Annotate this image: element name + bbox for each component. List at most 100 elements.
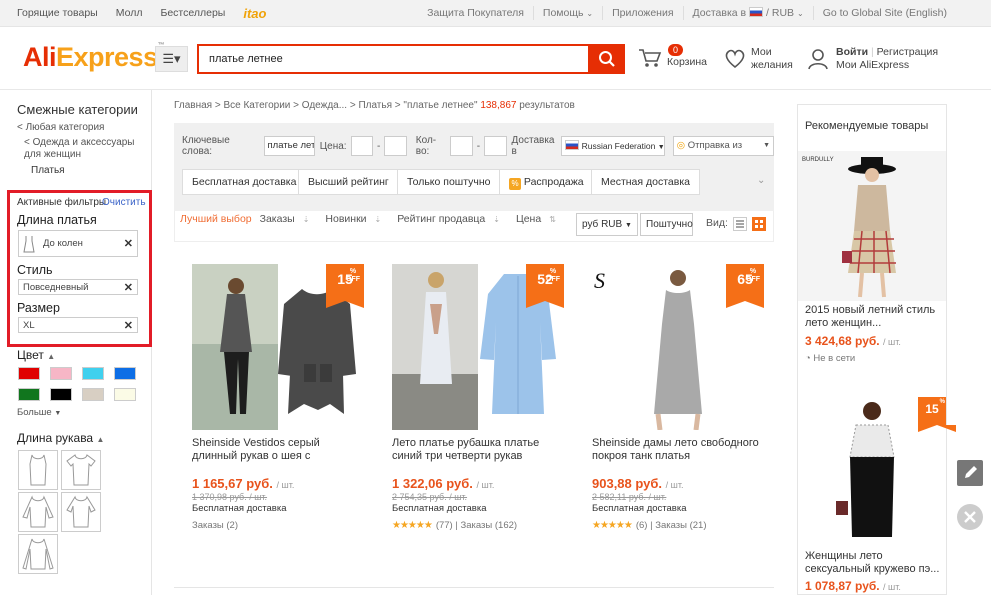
left-sidebar: Смежные категории < Любая категория < Од…: [0, 90, 152, 595]
sort-best-match[interactable]: Лучший выбор: [180, 213, 252, 225]
half-sleeve-icon: [66, 495, 96, 528]
ship-from-select[interactable]: ◎ Отправка из ▼: [672, 136, 774, 156]
color-swatch[interactable]: [114, 367, 136, 380]
close-button[interactable]: [957, 504, 983, 530]
free-shipping-filter[interactable]: Бесплатная доставка: [182, 169, 307, 195]
hamburger-icon: ☰▾: [162, 51, 181, 66]
remove-filter-icon[interactable]: ✕: [124, 237, 133, 250]
clear-filters-link[interactable]: Очистить: [102, 197, 146, 208]
account-menu[interactable]: Войти | Регистрация Мои AliExpress: [807, 46, 938, 72]
my-aliexpress-link[interactable]: Мои AliExpress: [836, 59, 938, 72]
top-rated-filter[interactable]: Высший рейтинг: [298, 169, 399, 195]
grid-view-button[interactable]: [752, 217, 766, 231]
product-title[interactable]: Лето платье рубашка платье синий три чет…: [392, 437, 564, 463]
itao-logo[interactable]: itao: [243, 6, 266, 21]
recommended-item-image[interactable]: BURDULLY: [798, 151, 946, 301]
keywords-input[interactable]: платье лет: [263, 136, 315, 156]
bestsellers-link[interactable]: Бестселлеры: [160, 7, 225, 19]
sort-newest[interactable]: Новинки ⇣: [325, 213, 389, 225]
color-swatch[interactable]: [82, 367, 104, 380]
apps-link[interactable]: Приложения: [602, 6, 682, 20]
price-max-input[interactable]: [384, 136, 407, 156]
product-price: 1 322,06 руб. / шт.: [392, 476, 495, 491]
dress-icon: [23, 235, 35, 252]
mall-link[interactable]: Молл: [116, 7, 143, 19]
recommended-item-title[interactable]: 2015 новый летний стиль лето женщин...: [805, 304, 945, 330]
keywords-label: Ключевые слова:: [182, 135, 230, 157]
dress-length-title: Длина платья: [17, 213, 97, 227]
list-icon: [736, 220, 744, 228]
dress-length-filter: До колен ✕: [18, 230, 138, 257]
orders-count[interactable]: Заказы (2): [192, 520, 238, 531]
search-button[interactable]: [588, 44, 625, 74]
currency-select[interactable]: руб RUB ▼: [576, 213, 638, 236]
product-title[interactable]: Sheinside Vestidos серый длинный рукав о…: [192, 437, 364, 463]
help-menu[interactable]: Помощь ⌄: [532, 6, 602, 20]
shipping-info: Бесплатная доставка: [192, 503, 287, 514]
sort-orders[interactable]: Заказы ⇣: [260, 213, 318, 225]
per-piece-toggle[interactable]: Поштучно: [640, 213, 693, 236]
product-photo: BURDULLY: [798, 151, 946, 301]
expand-filters-icon[interactable]: ⌄: [757, 175, 765, 186]
search-input[interactable]: [197, 44, 588, 74]
color-swatch[interactable]: [18, 367, 40, 380]
global-site-link[interactable]: Go to Global Site (English): [812, 6, 991, 20]
color-swatch[interactable]: [18, 388, 40, 401]
sort-price[interactable]: Цена ⇅: [516, 213, 564, 225]
short-sleeve-option[interactable]: [61, 450, 101, 490]
rating-stars-icon: ★★★★★: [392, 520, 433, 531]
women-clothing-link[interactable]: < Одежда и аксессуары для женщин: [24, 137, 135, 161]
wishlist-link[interactable]: Мои желания: [724, 46, 793, 72]
ship-to-menu[interactable]: Доставка в / RUB ⌄: [682, 6, 813, 20]
long-sleeve-option[interactable]: [18, 534, 58, 574]
login-link[interactable]: Войти: [836, 46, 868, 58]
list-view-button[interactable]: [733, 217, 747, 231]
half-sleeve-option[interactable]: [61, 492, 101, 532]
sale-filter[interactable]: % Распродажа: [499, 169, 594, 195]
color-swatch[interactable]: [50, 388, 72, 401]
recommended-item-image[interactable]: 15%: [798, 397, 956, 547]
three-quarter-sleeve-option[interactable]: [18, 492, 58, 532]
user-icon: [808, 49, 828, 70]
ship-to-label: Доставка в: [511, 135, 555, 157]
feedback-button[interactable]: [957, 460, 983, 486]
category-menu-button[interactable]: ☰▾: [155, 46, 188, 72]
local-shipping-filter[interactable]: Местная доставка: [591, 169, 700, 195]
ship-to-select[interactable]: Russian Federation ▼: [560, 136, 665, 156]
qty-min-input[interactable]: [450, 136, 473, 156]
per-piece-filter[interactable]: Только поштучно: [397, 169, 501, 195]
color-swatch[interactable]: [82, 388, 104, 401]
product-image[interactable]: 52% OFF: [392, 264, 564, 430]
aliexpress-logo[interactable]: AliExpress™: [23, 42, 165, 73]
discount-badge: 15%: [918, 397, 956, 432]
cart-link[interactable]: 0 Корзина: [638, 44, 707, 69]
buyer-protection-link[interactable]: Защита Покупателя: [418, 6, 533, 20]
product-image[interactable]: S 65% OFF: [592, 264, 764, 430]
header: AliExpress™ ☰▾ 0 Корзина Моижелания Войт…: [0, 28, 991, 90]
sort-seller-rating[interactable]: Рейтинг продавца ⇣: [397, 213, 508, 225]
more-colors-link[interactable]: Больше ▼: [17, 407, 61, 420]
qty-max-input[interactable]: [484, 136, 507, 156]
price-min-input[interactable]: [350, 136, 374, 156]
sleeve-length-title: Длина рукава ▲: [17, 431, 105, 445]
sale-tag-icon: %: [509, 178, 521, 190]
hot-deals-link[interactable]: Горящие товары: [17, 7, 98, 19]
recommended-item-title[interactable]: Женщины лето сексуальный кружево пэ...: [805, 550, 945, 576]
orders-count[interactable]: Заказы (21): [655, 520, 706, 531]
remove-filter-icon[interactable]: ✕: [124, 319, 133, 332]
remove-filter-icon[interactable]: ✕: [124, 281, 133, 294]
register-link[interactable]: Регистрация: [877, 46, 938, 58]
discount-badge: 15% OFF: [326, 264, 364, 308]
russia-flag-icon: [564, 140, 579, 150]
long-sleeve-icon: [22, 538, 54, 570]
any-category-link[interactable]: < Любая категория: [17, 122, 104, 134]
result-count: 138,867: [480, 100, 517, 111]
chevron-down-icon: ⌄: [586, 9, 594, 18]
product-title[interactable]: Sheinside дамы лето свободного покроя та…: [592, 437, 764, 463]
color-swatch[interactable]: [114, 388, 136, 401]
sleeveless-option[interactable]: [18, 450, 58, 490]
recommended-panel: Рекомендуемые товары BURDULLY 2015 новый…: [797, 104, 956, 595]
product-image[interactable]: 15% OFF: [192, 264, 364, 430]
color-swatch[interactable]: [50, 367, 72, 380]
orders-count[interactable]: Заказы (162): [460, 520, 517, 531]
